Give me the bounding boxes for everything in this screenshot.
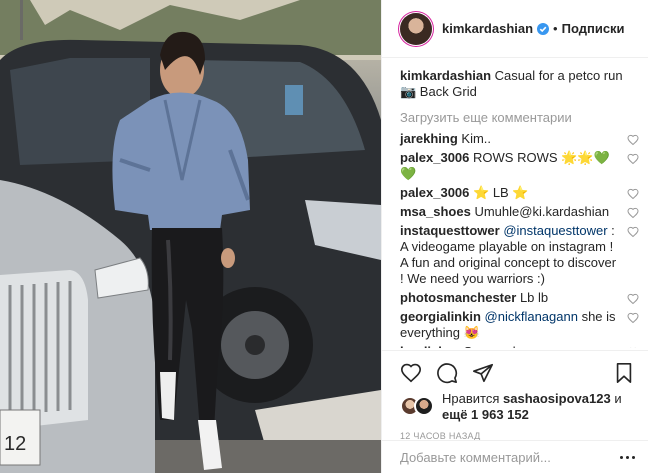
comment-username[interactable]: booliekey <box>400 344 460 348</box>
comment-body: Snapped <box>464 344 516 348</box>
header-username[interactable]: kimkardashian <box>442 21 533 36</box>
comment-text: palex_3006 ROWS ROWS 🌟🌟💚💚 <box>400 150 620 182</box>
header-separator: • <box>553 21 558 36</box>
comment-like-heart-icon[interactable] <box>627 293 639 305</box>
likes-prefix: Нравится <box>442 391 500 406</box>
comment-like-heart-icon[interactable] <box>627 207 639 219</box>
heart-icon[interactable] <box>400 362 422 384</box>
post-photo[interactable]: 12 <box>0 0 381 473</box>
post-side-panel: kimkardashian • Подписки kimkardashian C… <box>381 0 648 473</box>
comment-body: Lb lb <box>519 290 549 305</box>
comment-body: ⭐ LB ⭐ <box>473 185 529 200</box>
comment-row: msa_shoes Umuhle@ki.kardashian <box>400 204 639 220</box>
liker-username[interactable]: sashaosipova123 <box>503 391 611 406</box>
post-header: kimkardashian • Подписки <box>382 0 648 58</box>
comment-row: palex_3006 ⭐ LB ⭐ <box>400 185 639 201</box>
comment-like-heart-icon[interactable] <box>627 312 639 324</box>
comment-username[interactable]: msa_shoes <box>400 204 471 219</box>
comment-username[interactable]: instaquesttower <box>400 223 500 238</box>
comment-text: instaquesttower @instaquesttower : A vid… <box>400 223 620 287</box>
liker-avatars[interactable] <box>400 396 436 418</box>
comment-username[interactable]: jarekhing <box>400 131 458 146</box>
verified-badge-icon <box>537 22 550 35</box>
comment-like-heart-icon[interactable] <box>627 347 639 348</box>
comment-username[interactable]: photosmanchester <box>400 290 516 305</box>
comment-row: instaquesttower @instaquesttower : A vid… <box>400 223 639 287</box>
comment-like-heart-icon[interactable] <box>627 226 639 238</box>
comment-text: jarekhing Kim.. <box>400 131 620 147</box>
comment-mention-link[interactable]: @nickflanagann <box>485 309 578 324</box>
svg-text:12: 12 <box>4 433 26 455</box>
likes-summary: Нравится sashaosipova123 и ещё 1 963 152 <box>400 391 635 423</box>
more-options-icon[interactable] <box>620 455 635 459</box>
comment-like-heart-icon[interactable] <box>627 134 639 146</box>
comment-rows: jarekhing Kim.. palex_3006 ROWS ROWS 🌟🌟💚💚… <box>400 131 639 348</box>
comments-list[interactable]: kimkardashian Casual for a petco run 📷 B… <box>382 60 648 348</box>
comment-mention-link[interactable]: @instaquesttower <box>503 223 607 238</box>
comment-icon[interactable] <box>436 362 458 384</box>
comment-row: jarekhing Kim.. <box>400 131 639 147</box>
comment-row: palex_3006 ROWS ROWS 🌟🌟💚💚 <box>400 150 639 182</box>
comment-body: Kim.. <box>461 131 492 146</box>
likes-connector: и <box>614 391 622 406</box>
likes-count-button[interactable]: ещё 1 963 152 <box>442 407 529 422</box>
comment-body: Umuhle@ki.kardashian <box>474 204 610 219</box>
comment-row: photosmanchester Lb lb <box>400 290 639 306</box>
comment-text: msa_shoes Umuhle@ki.kardashian <box>400 204 620 220</box>
action-icons-row <box>400 357 635 389</box>
comment-text: photosmanchester Lb lb <box>400 290 620 306</box>
likes-text: Нравится sashaosipova123 и ещё 1 963 152 <box>442 391 622 423</box>
comment-text: palex_3006 ⭐ LB ⭐ <box>400 185 620 201</box>
comment-row: booliekey Snapped <box>400 344 639 348</box>
photo-illustration: 12 <box>0 0 381 473</box>
add-comment-input[interactable] <box>400 449 620 465</box>
instagram-post: 12 kimkardashian • Подписки kimkardashia… <box>0 0 648 473</box>
bookmark-icon[interactable] <box>613 362 635 384</box>
comment-text: georgialinkin @nickflanagann she is ever… <box>400 309 620 341</box>
load-more-comments-button[interactable]: Загрузить еще комментарии <box>400 110 639 126</box>
comment-row: georgialinkin @nickflanagann she is ever… <box>400 309 639 341</box>
comment-username[interactable]: palex_3006 <box>400 150 469 165</box>
comment-like-heart-icon[interactable] <box>627 153 639 165</box>
comment-username[interactable]: palex_3006 <box>400 185 469 200</box>
following-button[interactable]: Подписки <box>562 21 625 36</box>
comment-text: booliekey Snapped <box>400 344 620 348</box>
avatar[interactable] <box>400 12 432 45</box>
post-actions: Нравится sashaosipova123 и ещё 1 963 152… <box>382 350 648 441</box>
caption-username[interactable]: kimkardashian <box>400 68 491 83</box>
comment-username[interactable]: georgialinkin <box>400 309 481 324</box>
liker-avatar <box>414 396 434 416</box>
post-caption: kimkardashian Casual for a petco run 📷 B… <box>400 68 639 100</box>
comment-like-heart-icon[interactable] <box>627 188 639 200</box>
share-icon[interactable] <box>472 362 494 384</box>
add-comment-bar <box>382 440 648 473</box>
